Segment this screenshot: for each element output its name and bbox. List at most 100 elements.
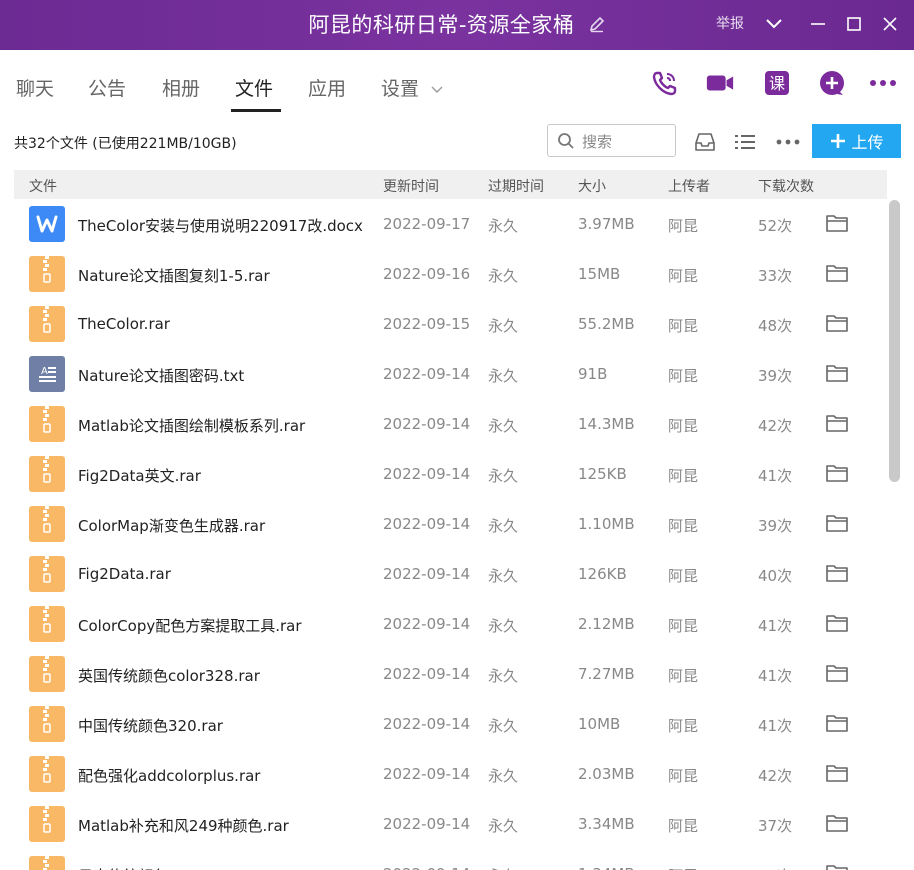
col-updated[interactable]: 更新时间 — [383, 176, 439, 196]
file-updated: 2022-09-14 — [383, 565, 471, 583]
open-folder-icon[interactable] — [826, 464, 848, 486]
file-downloads: 42次 — [758, 767, 793, 785]
file-uploader: 阿昆 — [668, 217, 699, 235]
file-downloads: 52次 — [758, 217, 793, 235]
inbox-icon[interactable] — [690, 127, 720, 157]
table-row[interactable]: 英国传统颜色color328.rar 2022-09-14 永久 7.27MB 阿昆 41… — [0, 649, 887, 699]
report-button[interactable]: 举报 — [716, 0, 744, 48]
scrollbar-thumb[interactable] — [889, 200, 900, 482]
table-row[interactable]: 中国传统颜色320.rar 2022-09-14 永久 10MB 阿昆 41次 — [0, 699, 887, 749]
more-dots-icon[interactable] — [868, 68, 898, 98]
file-name[interactable]: Fig2Data英文.rar — [78, 465, 201, 486]
edit-title-icon[interactable] — [588, 1, 606, 51]
table-row[interactable]: ColorCopy配色方案提取工具.rar 2022-09-14 永久 2.12MB 阿… — [0, 599, 887, 649]
file-expiry: 永久 — [488, 567, 519, 585]
open-folder-icon[interactable] — [826, 214, 848, 236]
maximize-icon[interactable] — [842, 12, 866, 36]
archive-file-icon — [29, 856, 65, 870]
file-name[interactable]: Nature论文插图密码.txt — [78, 365, 244, 386]
file-uploader: 阿昆 — [668, 367, 699, 385]
search-icon — [558, 133, 574, 149]
tab-chat[interactable]: 聊天 — [16, 74, 54, 101]
search-input[interactable] — [580, 131, 674, 153]
open-folder-icon[interactable] — [826, 314, 848, 336]
file-expiry: 永久 — [488, 267, 519, 285]
file-name[interactable]: 中国传统颜色320.rar — [78, 715, 223, 736]
table-row[interactable]: Matlab论文插图绘制模板系列.rar 2022-09-14 永久 14.3MB 阿昆… — [0, 399, 887, 449]
more-options-icon[interactable] — [773, 127, 803, 157]
table-row[interactable]: Matlab补充和风249种颜色.rar 2022-09-14 永久 3.34MB 阿昆… — [0, 799, 887, 849]
col-uploader[interactable]: 上传者 — [668, 176, 710, 196]
tab-apps[interactable]: 应用 — [308, 74, 346, 101]
table-row[interactable]: Fig2Data.rar 2022-09-14 永久 126KB 阿昆 40次 — [0, 549, 887, 599]
video-camera-icon[interactable] — [705, 68, 735, 98]
open-folder-icon[interactable] — [826, 264, 848, 286]
file-size: 2.12MB — [578, 615, 635, 633]
file-downloads: 39次 — [758, 517, 793, 535]
archive-file-icon — [29, 406, 65, 442]
open-folder-icon[interactable] — [826, 714, 848, 736]
file-updated: 2022-09-14 — [383, 765, 471, 783]
file-list: TheColor安装与使用说明220917改.docx 2022-09-17 永久 3… — [0, 199, 887, 870]
archive-file-icon — [29, 656, 65, 692]
svg-text:A: A — [41, 366, 48, 377]
open-folder-icon[interactable] — [826, 564, 848, 586]
table-row[interactable]: 配色强化addcolorplus.rar 2022-09-14 永久 2.03MB 阿昆… — [0, 749, 887, 799]
file-name[interactable]: ColorCopy配色方案提取工具.rar — [78, 615, 302, 636]
upload-button[interactable]: 上传 — [812, 124, 901, 158]
tab-settings[interactable]: 设置 — [381, 74, 443, 101]
table-row[interactable]: ColorMap渐变色生成器.rar 2022-09-14 永久 1.10MB 阿昆 39… — [0, 499, 887, 549]
open-folder-icon[interactable] — [826, 414, 848, 436]
nav-bar: 聊天 公告 相册 文件 应用 设置 课 — [0, 50, 914, 122]
file-downloads: 33次 — [758, 267, 793, 285]
search-box[interactable] — [547, 124, 676, 157]
tab-files[interactable]: 文件 — [235, 74, 273, 101]
tab-announcements[interactable]: 公告 — [88, 74, 126, 101]
file-name[interactable]: 英国传统颜色color328.rar — [78, 665, 260, 686]
file-name[interactable]: Fig2Data.rar — [78, 565, 171, 583]
file-expiry: 永久 — [488, 317, 519, 335]
table-row[interactable]: 日本传统颜色 2022-09-14 永久 1.34MB 阿昆 38次 — [0, 849, 887, 870]
list-view-icon[interactable] — [730, 127, 760, 157]
open-folder-icon[interactable] — [826, 664, 848, 686]
plus-circle-icon[interactable] — [817, 68, 847, 98]
open-folder-icon[interactable] — [826, 864, 848, 870]
file-name[interactable]: Nature论文插图复刻1-5.rar — [78, 265, 270, 286]
table-row[interactable]: TheColor安装与使用说明220917改.docx 2022-09-17 永久 3… — [0, 199, 887, 249]
table-row[interactable]: A Nature论文插图密码.txt 2022-09-14 永久 91B 阿昆 39次 — [0, 349, 887, 399]
open-folder-icon[interactable] — [826, 364, 848, 386]
tab-album[interactable]: 相册 — [162, 74, 200, 101]
file-downloads: 38次 — [758, 865, 792, 870]
phone-call-icon[interactable] — [650, 68, 680, 98]
file-size: 7.27MB — [578, 665, 635, 683]
open-folder-icon[interactable] — [826, 764, 848, 786]
plus-icon — [831, 134, 846, 148]
file-name[interactable]: 日本传统颜色 — [78, 865, 168, 870]
file-name[interactable]: TheColor.rar — [78, 315, 170, 333]
file-uploader: 阿昆 — [668, 817, 699, 835]
open-folder-icon[interactable] — [826, 614, 848, 636]
table-row[interactable]: TheColor.rar 2022-09-15 永久 55.2MB 阿昆 48次 — [0, 299, 887, 349]
col-size[interactable]: 大小 — [578, 176, 606, 196]
archive-file-icon — [29, 306, 65, 342]
chevron-down-icon[interactable] — [762, 12, 786, 36]
file-name[interactable]: Matlab论文插图绘制模板系列.rar — [78, 415, 305, 436]
lesson-icon[interactable]: 课 — [762, 68, 792, 98]
table-row[interactable]: Nature论文插图复刻1-5.rar 2022-09-16 永久 15MB 阿昆 33次 — [0, 249, 887, 299]
file-expiry: 永久 — [488, 865, 518, 870]
col-file[interactable]: 文件 — [29, 176, 57, 196]
col-expiry[interactable]: 过期时间 — [488, 176, 544, 196]
minimize-icon[interactable] — [806, 12, 830, 36]
table-row[interactable]: Fig2Data英文.rar 2022-09-14 永久 125KB 阿昆 41次 — [0, 449, 887, 499]
file-name[interactable]: 配色强化addcolorplus.rar — [78, 765, 260, 786]
close-icon[interactable] — [878, 12, 902, 36]
file-name[interactable]: Matlab补充和风249种颜色.rar — [78, 815, 289, 836]
file-expiry: 永久 — [488, 617, 519, 635]
open-folder-icon[interactable] — [826, 814, 848, 836]
file-name[interactable]: ColorMap渐变色生成器.rar — [78, 515, 265, 536]
file-name[interactable]: TheColor安装与使用说明220917改.docx — [78, 215, 363, 236]
open-folder-icon[interactable] — [826, 514, 848, 536]
file-updated: 2022-09-15 — [383, 315, 471, 333]
file-updated: 2022-09-14 — [383, 365, 471, 383]
col-downloads[interactable]: 下载次数 — [758, 176, 814, 196]
